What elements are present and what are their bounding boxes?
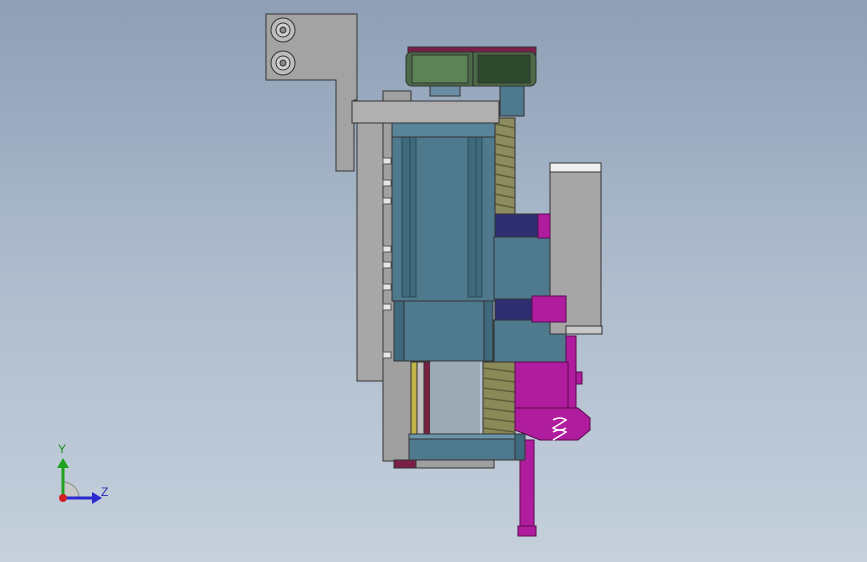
y-axis-arrow-icon [57,458,69,468]
cad-viewport[interactable]: Y Z [0,0,867,562]
triad-origin-icon [59,494,67,502]
guide-rail-1 [410,361,418,435]
triad-y-label: Y [58,442,67,456]
slide-block-upper[interactable] [494,213,539,239]
motor-flange[interactable] [351,100,500,124]
gripper-body[interactable] [537,213,551,239]
slide-block-lower[interactable] [494,298,534,322]
back-plate[interactable] [356,117,385,382]
coordinate-triad [57,458,102,504]
triad-z-label: Z [101,485,109,499]
cad-model-view[interactable] [0,0,867,562]
motor-gearbox[interactable] [393,300,494,362]
